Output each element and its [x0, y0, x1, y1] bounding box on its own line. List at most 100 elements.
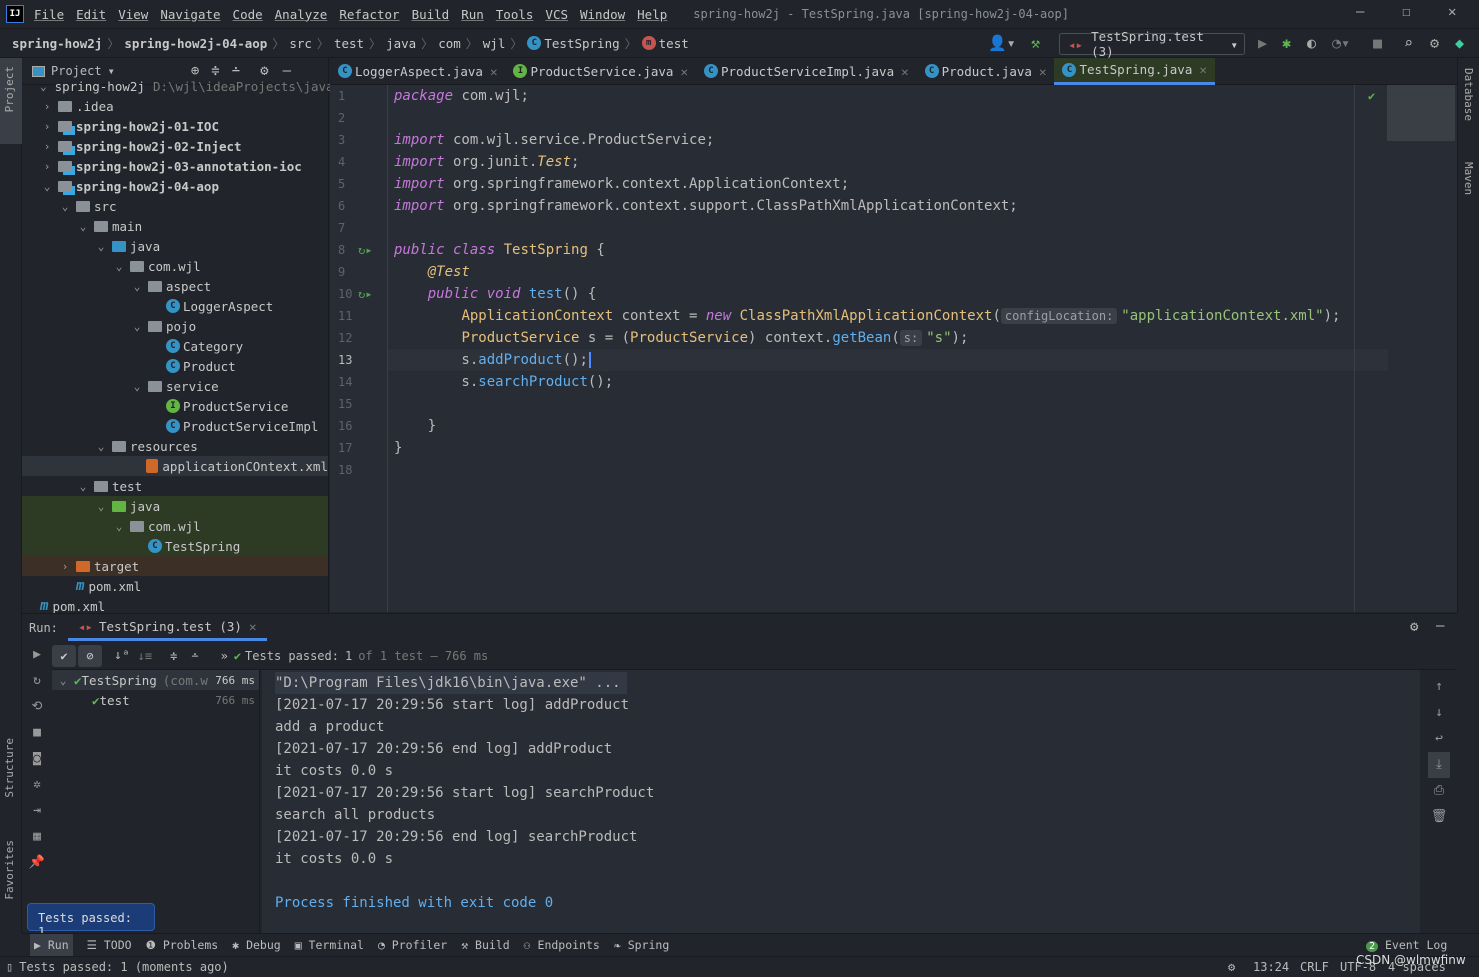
chevron-right-icon[interactable]: › [40, 160, 54, 173]
chevron-down-icon[interactable]: ⌄ [94, 500, 108, 513]
chevron-down-icon[interactable]: ⌄ [58, 200, 72, 213]
search-icon[interactable]: ⌕ [1404, 34, 1413, 52]
toggle-auto-test-icon[interactable]: ⟲ [22, 694, 52, 720]
tab-productservice[interactable]: I ProductService.java ✕ [505, 58, 696, 85]
breadcrumb-item[interactable]: spring-how2j [12, 36, 102, 51]
chevron-down-icon[interactable]: ⌄ [130, 280, 144, 293]
gear-icon[interactable]: ⚙ [1410, 619, 1418, 635]
run-test-gutter-icon[interactable]: ↻▸ [358, 283, 372, 305]
tree-item[interactable]: ⌄ spring-how2j D:\wjl\ideaProjects\java [22, 76, 334, 96]
tree-item[interactable]: C Category [22, 336, 328, 356]
code-line[interactable]: @Test [388, 261, 1388, 283]
snapshot-icon[interactable]: ◙ [22, 746, 52, 772]
menu-navigate[interactable]: Navigate [160, 7, 220, 22]
up-icon[interactable]: ↑ [1428, 674, 1450, 700]
profile-button[interactable]: ◔▾ [1332, 34, 1350, 52]
minimize-button[interactable]: — [1356, 4, 1364, 20]
chevron-down-icon[interactable]: ⌄ [112, 260, 126, 273]
code-line[interactable] [388, 393, 1388, 415]
close-tab-icon[interactable]: ✕ [1039, 64, 1047, 79]
chevron-right-icon[interactable]: › [40, 100, 54, 113]
chevron-down-icon[interactable]: ⌄ [130, 380, 144, 393]
tree-item[interactable]: ⌄ java [22, 496, 328, 516]
tree-item[interactable]: ⌄ aspect [22, 276, 328, 296]
tree-item[interactable]: ⌄ com.wjl [22, 256, 328, 276]
code-area[interactable]: package com.wjl; import com.wjl.service.P… [388, 85, 1388, 481]
test-tree-item[interactable]: ⌄ ✔ TestSpring (com.w 766 ms [52, 670, 259, 690]
code-minimap[interactable] [1387, 85, 1455, 141]
gear-icon[interactable]: ⚙ [260, 63, 268, 79]
tree-item[interactable]: ⌄ spring-how2j-04-aop [22, 176, 328, 196]
code-line[interactable]: import org.junit.Test; [388, 151, 1388, 173]
tab-testspring[interactable]: C TestSpring.java ✕ [1054, 57, 1215, 85]
code-line[interactable]: } [388, 415, 1388, 437]
sort-alphabetically-icon[interactable]: ↓ᵃ [114, 648, 130, 663]
run-test-gutter-icon[interactable]: ↻▸ [358, 239, 372, 261]
stop-button[interactable]: ■ [1373, 34, 1382, 52]
caret-position[interactable]: 13:24 [1253, 960, 1289, 974]
chevron-down-icon[interactable]: ⌄ [130, 320, 144, 333]
console-output[interactable]: "D:\Program Files\jdk16\bin\java.exe" ..… [262, 670, 1420, 934]
export-icon[interactable]: ⇥ [22, 798, 52, 824]
rerun-icon[interactable]: ▶ [22, 642, 52, 668]
run-button[interactable]: ▶ [1258, 34, 1267, 52]
structure-stripe-label[interactable]: Structure [3, 738, 16, 798]
tool-tab-todo[interactable]: ☰ TODO [87, 938, 132, 952]
menu-run[interactable]: Run [461, 7, 484, 22]
menu-code[interactable]: Code [233, 7, 263, 22]
tool-tab-terminal[interactable]: ▣ Terminal [295, 938, 364, 952]
chevron-down-icon[interactable]: ▾ [108, 64, 115, 78]
tree-item[interactable]: C Product [22, 356, 328, 376]
tree-item[interactable]: ⌄ com.wjl [22, 516, 328, 536]
hide-panel-icon[interactable]: — [283, 63, 291, 79]
chevron-down-icon[interactable]: ⌄ [76, 480, 90, 493]
locate-file-icon[interactable]: ⊕ [191, 63, 199, 79]
print-icon[interactable]: ⎙ [1428, 778, 1450, 804]
chevron-down-icon[interactable]: ⌄ [40, 80, 47, 93]
panel-toggle-icon[interactable]: ▯ [6, 960, 13, 974]
code-line[interactable] [388, 459, 1388, 481]
tree-item[interactable]: › target [22, 556, 328, 576]
chevron-right-icon[interactable]: › [40, 140, 54, 153]
tool-tab-spring[interactable]: ❧ Spring [614, 938, 669, 952]
code-line[interactable]: ProductService s = (ProductService) cont… [388, 327, 1388, 349]
tree-item[interactable]: ⌄ src [22, 196, 328, 216]
close-tab-icon[interactable]: ✕ [490, 64, 498, 79]
favorites-stripe-label[interactable]: Favorites [3, 840, 16, 900]
settings-icon[interactable]: ✲ [22, 772, 52, 798]
expand-all-icon[interactable]: ≑ [170, 649, 177, 663]
breadcrumb-item[interactable]: TestSpring [544, 36, 619, 51]
test-tree-item[interactable]: ✔ test 766 ms [52, 690, 259, 710]
close-tab-icon[interactable]: ✕ [901, 64, 909, 79]
breadcrumb-item[interactable]: spring-how2j-04-aop [124, 36, 267, 51]
code-line[interactable]: s.searchProduct(); [388, 371, 1388, 393]
breadcrumb-item[interactable]: test [334, 36, 364, 51]
tab-loggeraspect[interactable]: C LoggerAspect.java ✕ [330, 58, 505, 85]
chevron-down-icon[interactable]: ⌄ [76, 220, 90, 233]
debug-button[interactable]: ✱ [1282, 34, 1291, 52]
build-hammer-icon[interactable]: ⚒ [1031, 34, 1040, 52]
tab-run-testspring[interactable]: ◂▸ TestSpring.test (3) ✕ [67, 614, 267, 641]
layout-icon[interactable]: ▦ [22, 824, 52, 850]
breadcrumb-item[interactable]: wjl [483, 36, 506, 51]
show-passed-toggle[interactable]: ✔ [52, 644, 76, 667]
tool-tab-debug[interactable]: ✱ Debug [232, 938, 280, 952]
down-icon[interactable]: ↓ [1428, 700, 1450, 726]
tree-item[interactable]: C ProductServiceImpl [22, 416, 328, 436]
tool-tab-run[interactable]: ▶ Run [30, 934, 73, 956]
project-view-dropdown[interactable]: Project [51, 64, 102, 78]
scroll-to-end-icon[interactable]: ⤓ [1428, 752, 1450, 778]
tool-tab-endpoints[interactable]: ⚇ Endpoints [524, 938, 600, 952]
tree-item[interactable]: ⌄ main [22, 216, 328, 236]
chevron-down-icon[interactable]: ⌄ [40, 180, 54, 193]
code-line[interactable]: } [388, 437, 1388, 459]
code-line[interactable] [388, 217, 1388, 239]
code-line[interactable]: public void test() { [388, 283, 1388, 305]
tree-item[interactable]: applicationCOntext.xml [22, 456, 328, 476]
chevron-right-icon[interactable]: › [58, 560, 72, 573]
menu-edit[interactable]: Edit [76, 7, 106, 22]
code-line[interactable]: package com.wjl; [388, 85, 1388, 107]
menu-analyze[interactable]: Analyze [275, 7, 328, 22]
code-line[interactable]: s.addProduct(); [388, 349, 1388, 371]
tree-item[interactable]: ⌄ service [22, 376, 328, 396]
